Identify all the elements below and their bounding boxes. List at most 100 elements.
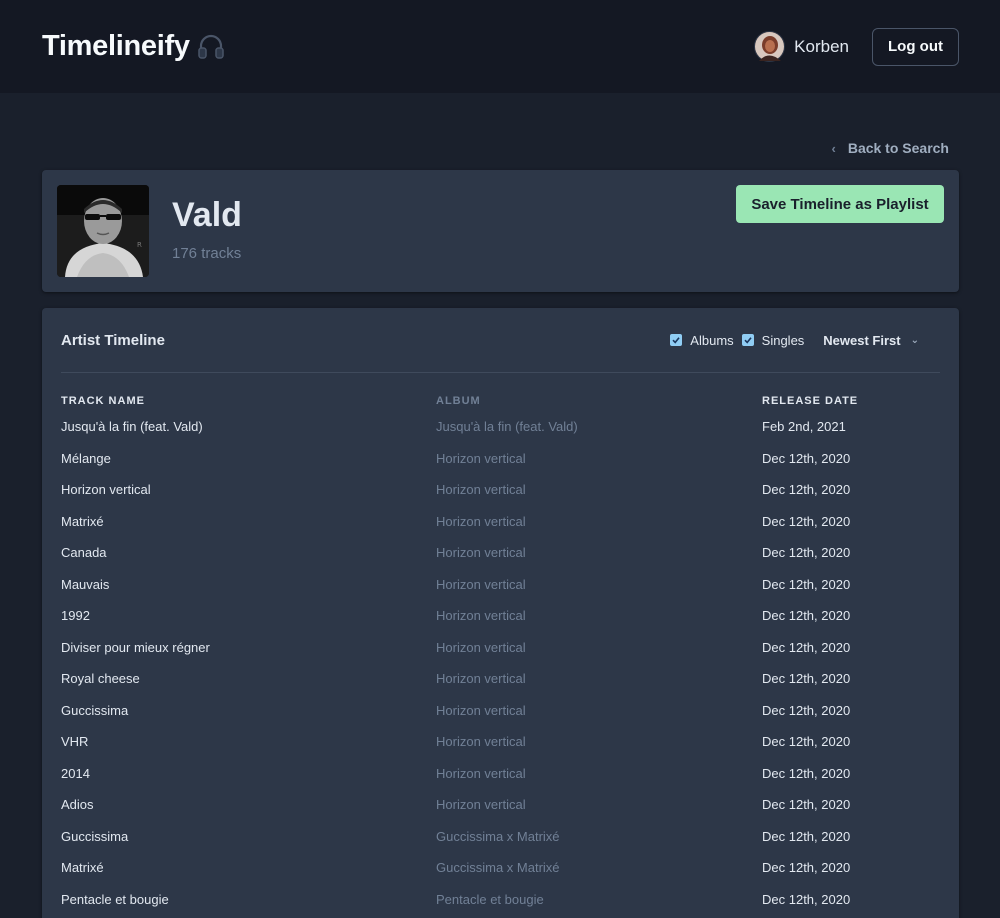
table-row[interactable]: Matrixé Guccissima x Matrixé Dec 12th, 202… <box>61 852 940 884</box>
check-icon <box>744 337 752 344</box>
release-date: Dec 12th, 2020 <box>762 639 851 655</box>
release-date: Dec 12th, 2020 <box>762 482 851 498</box>
table-row[interactable]: 2014 Horizon vertical Dec 12th, 2020 <box>61 758 940 790</box>
logout-button[interactable]: Log out <box>872 27 959 66</box>
timeline-title: Artist Timeline <box>61 331 165 349</box>
timeline-card: Artist Timeline Albums Singles Newest Fi… <box>42 308 959 918</box>
release-date: Dec 12th, 2020 <box>762 576 851 592</box>
album-name: Horizon vertical <box>436 545 526 561</box>
table-row[interactable]: Jusqu'à la fin (feat. Vald) Jusqu'à la fi… <box>61 411 940 443</box>
table-row[interactable]: Royal cheese Horizon vertical Dec 12th, 20… <box>61 663 940 695</box>
tracks-table: TRACK NAME ALBUM RELEASE DATE Jusqu'à la… <box>61 391 940 915</box>
table-row[interactable]: Diviser pour mieux régner Horizon vertica… <box>61 632 940 664</box>
chevron-left-icon: ‹ <box>831 140 836 156</box>
release-date: Dec 12th, 2020 <box>762 702 851 718</box>
track-count: 176 tracks <box>172 245 242 262</box>
track-name: Jusqu'à la fin (feat. Vald) <box>61 419 203 435</box>
timeline-header: Artist Timeline Albums Singles Newest Fi… <box>61 308 940 373</box>
albums-checkbox[interactable] <box>670 334 683 346</box>
artist-card: R Vald 176 tracks Save Timeline as Playl… <box>42 170 959 292</box>
username[interactable]: Korben <box>794 37 849 57</box>
release-date: Dec 12th, 2020 <box>762 545 851 561</box>
table-row[interactable]: 1992 Horizon vertical Dec 12th, 2020 <box>61 600 940 632</box>
save-playlist-button[interactable]: Save Timeline as Playlist <box>736 185 944 223</box>
table-row[interactable]: Horizon vertical Horizon vertical Dec 12th… <box>61 474 940 506</box>
table-header-row: TRACK NAME ALBUM RELEASE DATE <box>61 391 940 411</box>
top-navbar: Timelineify Korben Log out <box>0 0 1000 93</box>
track-name: Horizon vertical <box>61 482 151 498</box>
column-header-release-date[interactable]: RELEASE DATE <box>762 391 940 411</box>
artist-photo: R <box>57 185 149 277</box>
track-name: Mélange <box>61 450 111 466</box>
timeline-controls: Albums Singles Newest First ⌄ <box>670 333 940 348</box>
release-date: Dec 12th, 2020 <box>762 450 851 466</box>
track-name: VHR <box>61 734 89 750</box>
svg-text:R: R <box>137 241 142 249</box>
main-content: ‹ Back to Search R Vald 176 tracks Save … <box>0 93 1000 918</box>
track-name: 2014 <box>61 765 90 781</box>
back-to-search-link[interactable]: ‹ Back to Search <box>831 140 949 156</box>
release-date: Feb 2nd, 2021 <box>762 419 846 435</box>
tracks-table-body: Jusqu'à la fin (feat. Vald) Jusqu'à la fi… <box>61 411 940 915</box>
back-label: Back to Search <box>847 140 949 156</box>
album-name: Pentacle et bougie <box>436 891 544 907</box>
release-date: Dec 12th, 2020 <box>762 797 851 813</box>
track-name: Canada <box>61 545 107 561</box>
album-name: Jusqu'à la fin (feat. Vald) <box>436 419 578 435</box>
table-row[interactable]: Adios Horizon vertical Dec 12th, 2020 <box>61 789 940 821</box>
album-name: Horizon vertical <box>436 671 526 687</box>
table-row[interactable]: Guccissima Horizon vertical Dec 12th, 2020 <box>61 695 940 727</box>
back-row: ‹ Back to Search <box>42 93 959 170</box>
release-date: Dec 12th, 2020 <box>762 891 851 907</box>
album-name: Guccissima x Matrixé <box>436 828 560 844</box>
release-date: Dec 12th, 2020 <box>762 671 851 687</box>
headphones-icon <box>196 32 226 62</box>
track-name: Matrixé <box>61 513 104 529</box>
track-name: Adios <box>61 797 94 813</box>
column-header-track[interactable]: TRACK NAME <box>61 391 436 411</box>
track-name: Matrixé <box>61 860 104 876</box>
table-row[interactable]: Matrixé Horizon vertical Dec 12th, 2020 <box>61 506 940 538</box>
track-name: Royal cheese <box>61 671 140 687</box>
sort-select[interactable]: Newest First ⌄ <box>823 333 919 348</box>
app-title: Timelineify <box>42 30 190 62</box>
track-name: Diviser pour mieux régner <box>61 639 210 655</box>
user-area: Korben Log out <box>754 27 959 66</box>
release-date: Dec 12th, 2020 <box>762 860 851 876</box>
album-name: Horizon vertical <box>436 734 526 750</box>
table-row[interactable]: Canada Horizon vertical Dec 12th, 2020 <box>61 537 940 569</box>
table-row[interactable]: VHR Horizon vertical Dec 12th, 2020 <box>61 726 940 758</box>
artist-name: Vald <box>172 196 242 234</box>
table-row[interactable]: Guccissima Guccissima x Matrixé Dec 12th, … <box>61 821 940 853</box>
singles-label[interactable]: Singles <box>762 333 805 348</box>
album-name: Horizon vertical <box>436 797 526 813</box>
album-name: Horizon vertical <box>436 639 526 655</box>
albums-label[interactable]: Albums <box>690 333 733 348</box>
album-name: Horizon vertical <box>436 702 526 718</box>
chevron-down-icon: ⌄ <box>910 334 919 346</box>
singles-checkbox[interactable] <box>741 334 754 346</box>
table-row[interactable]: Mauvais Horizon vertical Dec 12th, 2020 <box>61 569 940 601</box>
album-name: Guccissima x Matrixé <box>436 860 560 876</box>
release-date: Dec 12th, 2020 <box>762 513 851 529</box>
release-date: Dec 12th, 2020 <box>762 765 851 781</box>
avatar[interactable] <box>754 31 786 62</box>
table-row[interactable]: Mélange Horizon vertical Dec 12th, 2020 <box>61 443 940 475</box>
sort-label: Newest First <box>823 332 901 348</box>
column-header-album[interactable]: ALBUM <box>436 391 762 411</box>
album-name: Horizon vertical <box>436 513 526 529</box>
artist-info: Vald 176 tracks <box>172 196 242 262</box>
release-date: Dec 12th, 2020 <box>762 734 851 750</box>
brand[interactable]: Timelineify <box>42 30 226 63</box>
album-name: Horizon vertical <box>436 765 526 781</box>
track-name: Guccissima <box>61 828 129 844</box>
check-icon <box>672 337 680 344</box>
album-name: Horizon vertical <box>436 482 526 498</box>
release-date: Dec 12th, 2020 <box>762 828 851 844</box>
album-name: Horizon vertical <box>436 608 526 624</box>
track-name: Guccissima <box>61 702 129 718</box>
track-name: 1992 <box>61 608 90 624</box>
album-name: Horizon vertical <box>436 576 526 592</box>
table-row[interactable]: Pentacle et bougie Pentacle et bougie Dec … <box>61 884 940 916</box>
track-name: Pentacle et bougie <box>61 891 169 907</box>
